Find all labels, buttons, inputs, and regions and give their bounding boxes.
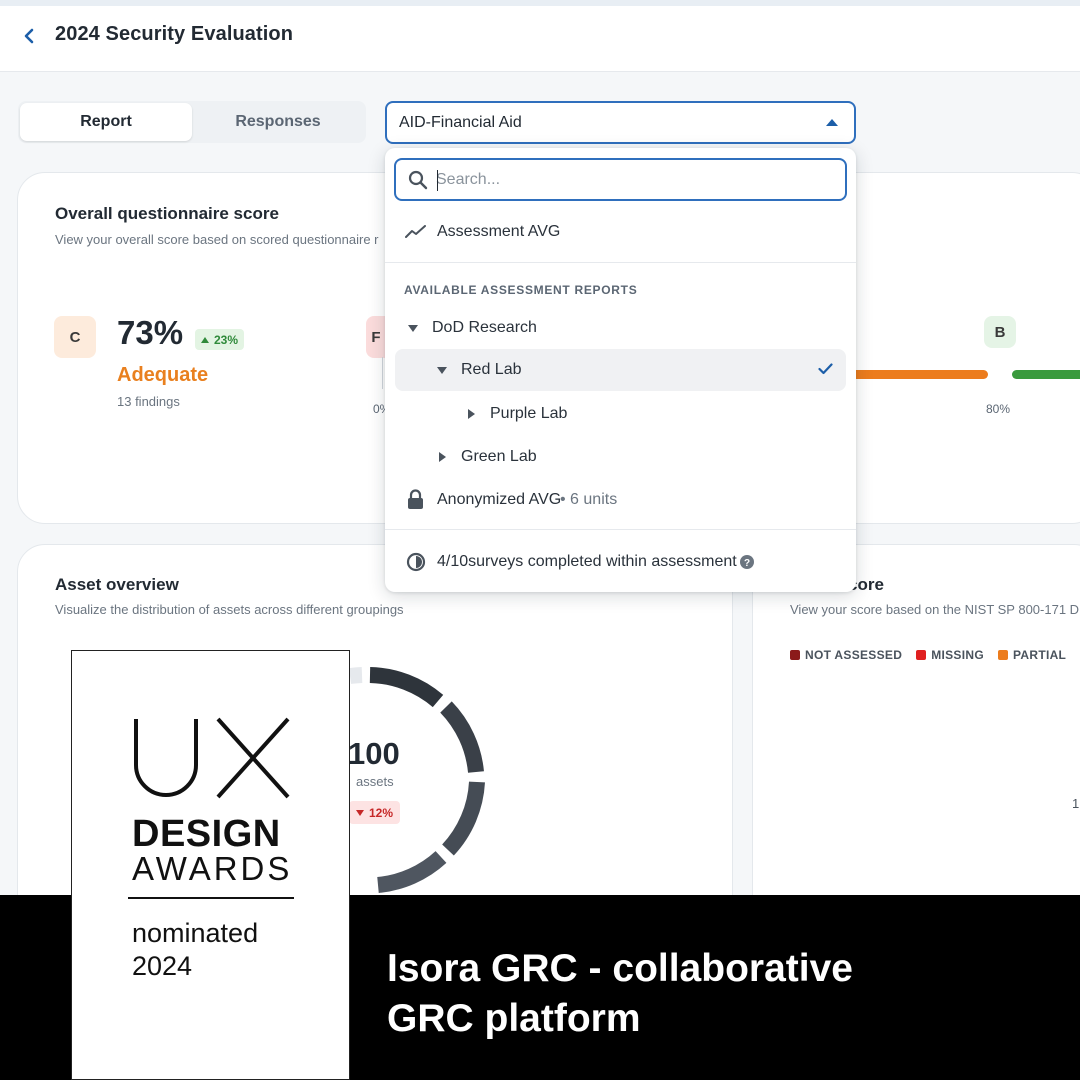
asset-count: 100 (348, 736, 400, 771)
svg-text:?: ? (744, 558, 750, 569)
section-heading: AVAILABLE ASSESSMENT REPORTS (404, 283, 638, 297)
dropdown-divider (385, 262, 856, 263)
nist-donut-number: 1 (1072, 796, 1080, 811)
trend-line-icon (405, 225, 426, 238)
tree-item-purple-lab[interactable]: Purple Lab (385, 396, 856, 432)
award-year: 2024 (132, 951, 193, 981)
legend-item-missing[interactable]: MISSING (916, 648, 984, 662)
checkmark-icon (818, 363, 833, 375)
search-icon (408, 170, 428, 190)
text-cursor (437, 170, 438, 191)
caret-right-icon[interactable] (439, 452, 446, 462)
search-input[interactable] (436, 170, 816, 190)
lock-icon (408, 489, 423, 509)
dropdown-footer: 4/10surveys completed within assessment … (385, 544, 856, 580)
dropdown-divider (385, 529, 856, 530)
survey-progress-text: 4/10surveys completed within assessment (437, 553, 737, 570)
award-line: AWARDS (132, 850, 293, 887)
dropdown-search (394, 158, 847, 201)
nist-legend: NOT ASSESSED MISSING PARTIAL (790, 648, 1080, 662)
asset-delta-badge: 12% (349, 801, 401, 824)
asset-donut-segment (369, 667, 444, 708)
ux-logo (134, 717, 290, 799)
legend-swatch (997, 650, 1008, 660)
tree-item-green-lab[interactable]: Green Lab (385, 439, 856, 475)
asset-donut-track (348, 667, 363, 684)
banner-headline: Isora GRC - collaborative GRC platform (387, 944, 1047, 1044)
asset-count-label: assets (356, 774, 394, 789)
assessment-dropdown: Assessment AVG AVAILABLE ASSESSMENT REPO… (385, 148, 856, 592)
legend-label: MISSING (931, 648, 984, 662)
award-status: nominated (132, 918, 259, 948)
option-label: Assessment AVG (437, 223, 561, 240)
option-anonymized-avg[interactable]: Anonymized AVG • 6 units (385, 482, 856, 518)
asset-delta-value: 12% (369, 805, 394, 820)
units-count: • 6 units (560, 491, 618, 508)
tree-item-red-lab[interactable]: Red Lab (395, 349, 846, 391)
ux-design-awards-badge: DESIGN AWARDS nominated 2024 (71, 650, 350, 1080)
tree-item-dod-research[interactable]: DoD Research (385, 310, 856, 346)
tree-item-label: Purple Lab (490, 405, 568, 422)
caret-right-icon[interactable] (468, 409, 475, 419)
caret-down-icon[interactable] (437, 367, 447, 374)
tree-item-label: Green Lab (461, 448, 537, 465)
arrow-down-icon (356, 809, 364, 816)
asset-donut-segment (377, 850, 447, 893)
legend-item-partial[interactable]: PARTIAL (997, 648, 1067, 662)
tree-item-label: Red Lab (461, 361, 522, 378)
help-icon[interactable]: ? (740, 555, 754, 569)
caret-down-icon[interactable] (408, 325, 418, 332)
legend-item-not-assessed[interactable]: NOT ASSESSED (790, 648, 902, 662)
legend-swatch (790, 650, 800, 660)
legend-swatch (916, 650, 927, 660)
banner-line: GRC platform (387, 997, 641, 1040)
legend-label: NOT ASSESSED (805, 648, 903, 662)
legend-label: PARTIAL (1012, 648, 1067, 662)
option-label: Anonymized AVG (437, 491, 562, 508)
nist-card-subtitle: View your score based on the NIST SP 800… (790, 602, 1080, 617)
asset-donut-segment (440, 701, 484, 773)
progress-clock-icon (406, 552, 426, 572)
asset-donut-segment (442, 781, 485, 856)
tree-item-label: DoD Research (432, 319, 537, 336)
banner-line: Isora GRC - collaborative (387, 947, 853, 990)
option-assessment-avg[interactable]: Assessment AVG (385, 214, 856, 250)
award-divider (128, 897, 294, 899)
award-line: DESIGN (132, 813, 281, 855)
